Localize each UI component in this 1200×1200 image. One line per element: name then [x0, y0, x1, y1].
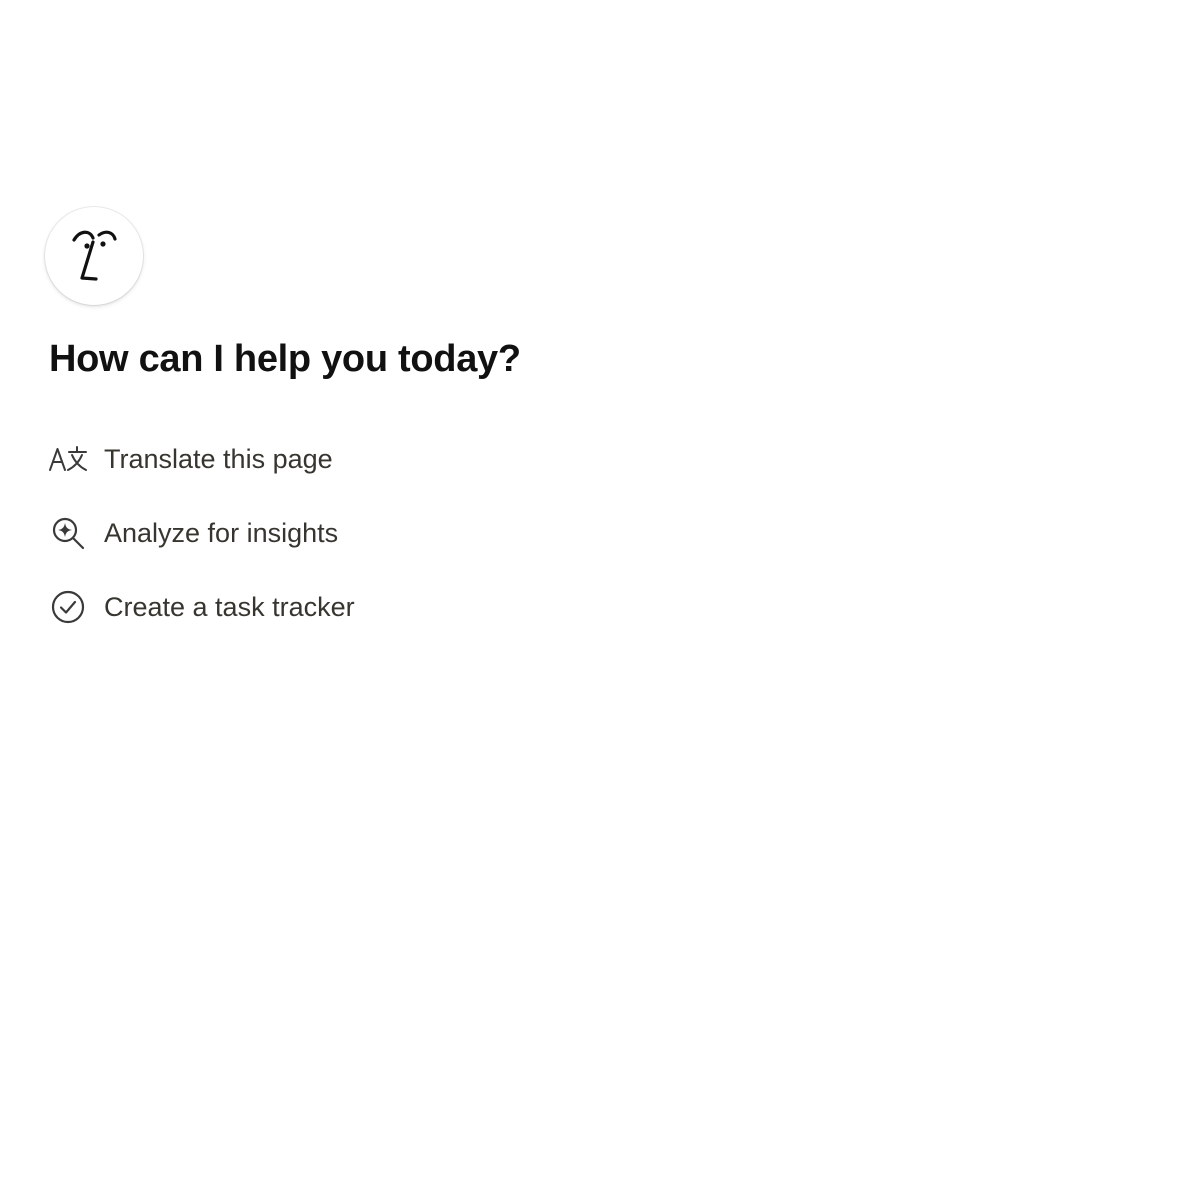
search-sparkle-icon [48, 513, 88, 553]
suggestion-label: Translate this page [104, 443, 333, 474]
suggestion-list: Translate this page Analyze for insights… [48, 436, 355, 658]
suggestion-label: Analyze for insights [104, 517, 339, 548]
suggestion-analyze-insights[interactable]: Analyze for insights [48, 510, 355, 556]
greeting-heading: How can I help you today? [49, 338, 521, 380]
ai-face-icon [68, 226, 120, 286]
assistant-avatar [45, 207, 143, 305]
suggestion-label: Create a task tracker [104, 591, 355, 622]
translate-icon [48, 439, 88, 479]
suggestion-translate-page[interactable]: Translate this page [48, 436, 355, 482]
check-circle-icon [48, 587, 88, 627]
suggestion-create-task-tracker[interactable]: Create a task tracker [48, 584, 355, 630]
